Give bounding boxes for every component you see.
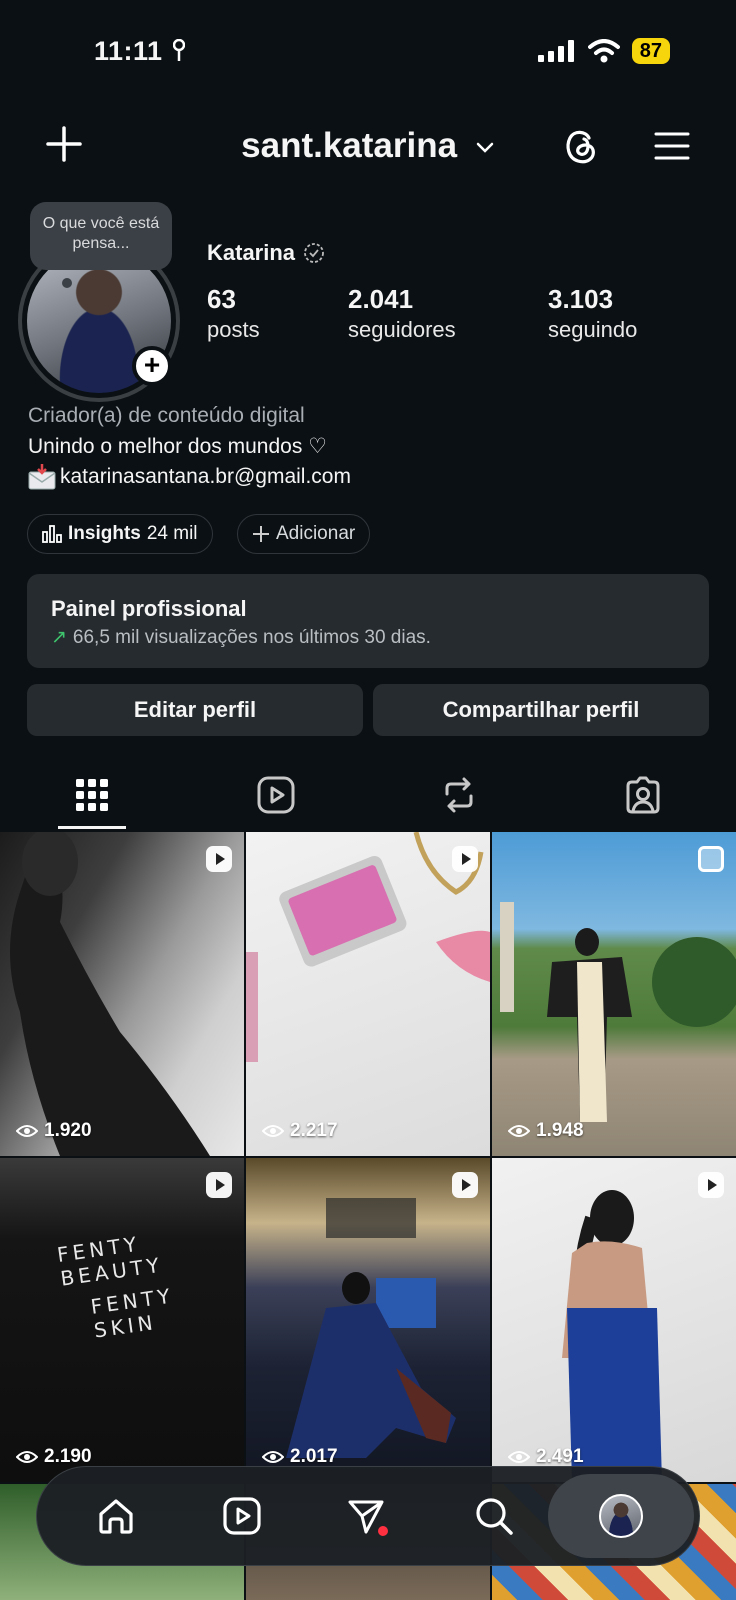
note-bubble[interactable]: O que você está pensa...	[30, 202, 172, 270]
bar-chart-icon	[42, 525, 62, 543]
threads-icon	[566, 130, 595, 164]
reels-icon	[223, 1497, 261, 1535]
share-profile-button[interactable]: Compartilhar perfil	[373, 684, 709, 736]
notification-dot	[378, 1526, 388, 1536]
professional-dashboard[interactable]: Painel profissional ↗ 66,5 mil visualizaç…	[27, 574, 709, 668]
tagged-person-icon	[626, 776, 660, 814]
wifi-icon	[587, 39, 620, 63]
trend-up-icon: ↗	[51, 627, 67, 648]
stat-followers[interactable]: 2.041 seguidores	[348, 283, 456, 345]
status-indicators: 87	[537, 38, 670, 64]
nav-profile[interactable]	[595, 1490, 647, 1542]
grid-post[interactable]: 1.948	[492, 832, 736, 1156]
grid-post[interactable]: 2.491	[492, 1158, 736, 1482]
tab-grid[interactable]	[69, 772, 115, 818]
stat-following[interactable]: 3.103 seguindo	[548, 283, 637, 345]
eye-icon	[262, 1451, 284, 1463]
chevron-down-icon	[476, 142, 494, 153]
nav-reels[interactable]	[216, 1490, 268, 1542]
nav-home[interactable]	[90, 1490, 142, 1542]
add-story-button[interactable]: +	[132, 346, 172, 386]
tab-tagged[interactable]	[620, 772, 666, 818]
note-text: O que você está pensa...	[42, 215, 160, 252]
fenty-text: FENTY BEAUTY FENTY SKIN	[55, 1231, 176, 1343]
menu-button[interactable]	[654, 130, 690, 162]
account-switcher[interactable]: sant.katarina	[0, 126, 736, 166]
status-time: 11:11	[94, 36, 185, 67]
reel-indicator-icon	[452, 1172, 478, 1198]
tab-reposts[interactable]	[436, 772, 482, 818]
grid-post[interactable]: 2.217	[246, 832, 490, 1156]
post-thumbnail	[562, 1190, 662, 1482]
grid-post[interactable]: FENTY BEAUTY FENTY SKIN 2.190	[0, 1158, 244, 1482]
view-count: 2.217	[262, 1120, 338, 1142]
grid-post[interactable]: 1.920	[0, 832, 244, 1156]
panel-subtitle: ↗ 66,5 mil visualizações nos últimos 30 d…	[51, 627, 431, 648]
eye-icon	[262, 1125, 284, 1137]
eye-icon	[508, 1451, 530, 1463]
panel-title: Painel profissional	[51, 596, 247, 621]
search-icon	[476, 1498, 513, 1535]
home-icon	[99, 1499, 133, 1534]
view-count: 2.190	[16, 1446, 92, 1468]
username: sant.katarina	[241, 126, 458, 165]
profile-avatar-small	[599, 1494, 643, 1538]
tab-reels[interactable]	[253, 772, 299, 818]
battery-indicator: 87	[631, 38, 670, 64]
grid-icon	[76, 779, 108, 811]
reel-indicator-icon	[698, 1172, 724, 1198]
post-thumbnail	[10, 832, 210, 1156]
stat-posts[interactable]: 63 posts	[207, 283, 260, 345]
view-count: 2.017	[262, 1446, 338, 1468]
reel-indicator-icon	[206, 1172, 232, 1198]
verified-badge-icon	[304, 243, 324, 263]
envelope-icon	[28, 464, 56, 490]
reel-indicator-icon	[452, 846, 478, 872]
carousel-indicator-icon	[698, 846, 724, 872]
reels-icon	[257, 776, 295, 814]
post-thumbnail	[500, 902, 736, 1122]
bio-text: Unindo o melhor dos mundos ♡	[28, 435, 327, 458]
repost-icon	[445, 777, 473, 813]
eye-icon	[16, 1451, 38, 1463]
plus-icon	[253, 526, 269, 542]
bio-email[interactable]: katarinasantana.br@gmail.com	[28, 464, 351, 490]
nav-direct[interactable]	[340, 1490, 392, 1542]
post-thumbnail	[246, 832, 490, 1062]
profile-category: Criador(a) de conteúdo digital	[28, 404, 305, 427]
hamburger-menu-icon	[654, 132, 690, 160]
post-thumbnail	[286, 1198, 456, 1458]
cellular-signal-icon	[537, 40, 574, 62]
active-tab-indicator	[58, 826, 126, 829]
threads-button[interactable]	[562, 126, 600, 166]
view-count: 2.491	[508, 1446, 584, 1468]
location-icon	[172, 38, 185, 61]
view-count: 1.948	[508, 1120, 584, 1142]
insights-chip[interactable]: Insights 24 mil	[27, 514, 213, 554]
eye-icon	[16, 1125, 38, 1137]
eye-icon	[508, 1125, 530, 1137]
reel-indicator-icon	[206, 846, 232, 872]
grid-post[interactable]: 2.017	[246, 1158, 490, 1482]
nav-search[interactable]	[468, 1490, 520, 1542]
note-bubble-tail	[62, 278, 72, 288]
view-count: 1.920	[16, 1120, 92, 1142]
edit-profile-button[interactable]: Editar perfil	[27, 684, 363, 736]
profile-name: Katarina	[207, 240, 325, 266]
add-chip[interactable]: Adicionar	[237, 514, 371, 554]
